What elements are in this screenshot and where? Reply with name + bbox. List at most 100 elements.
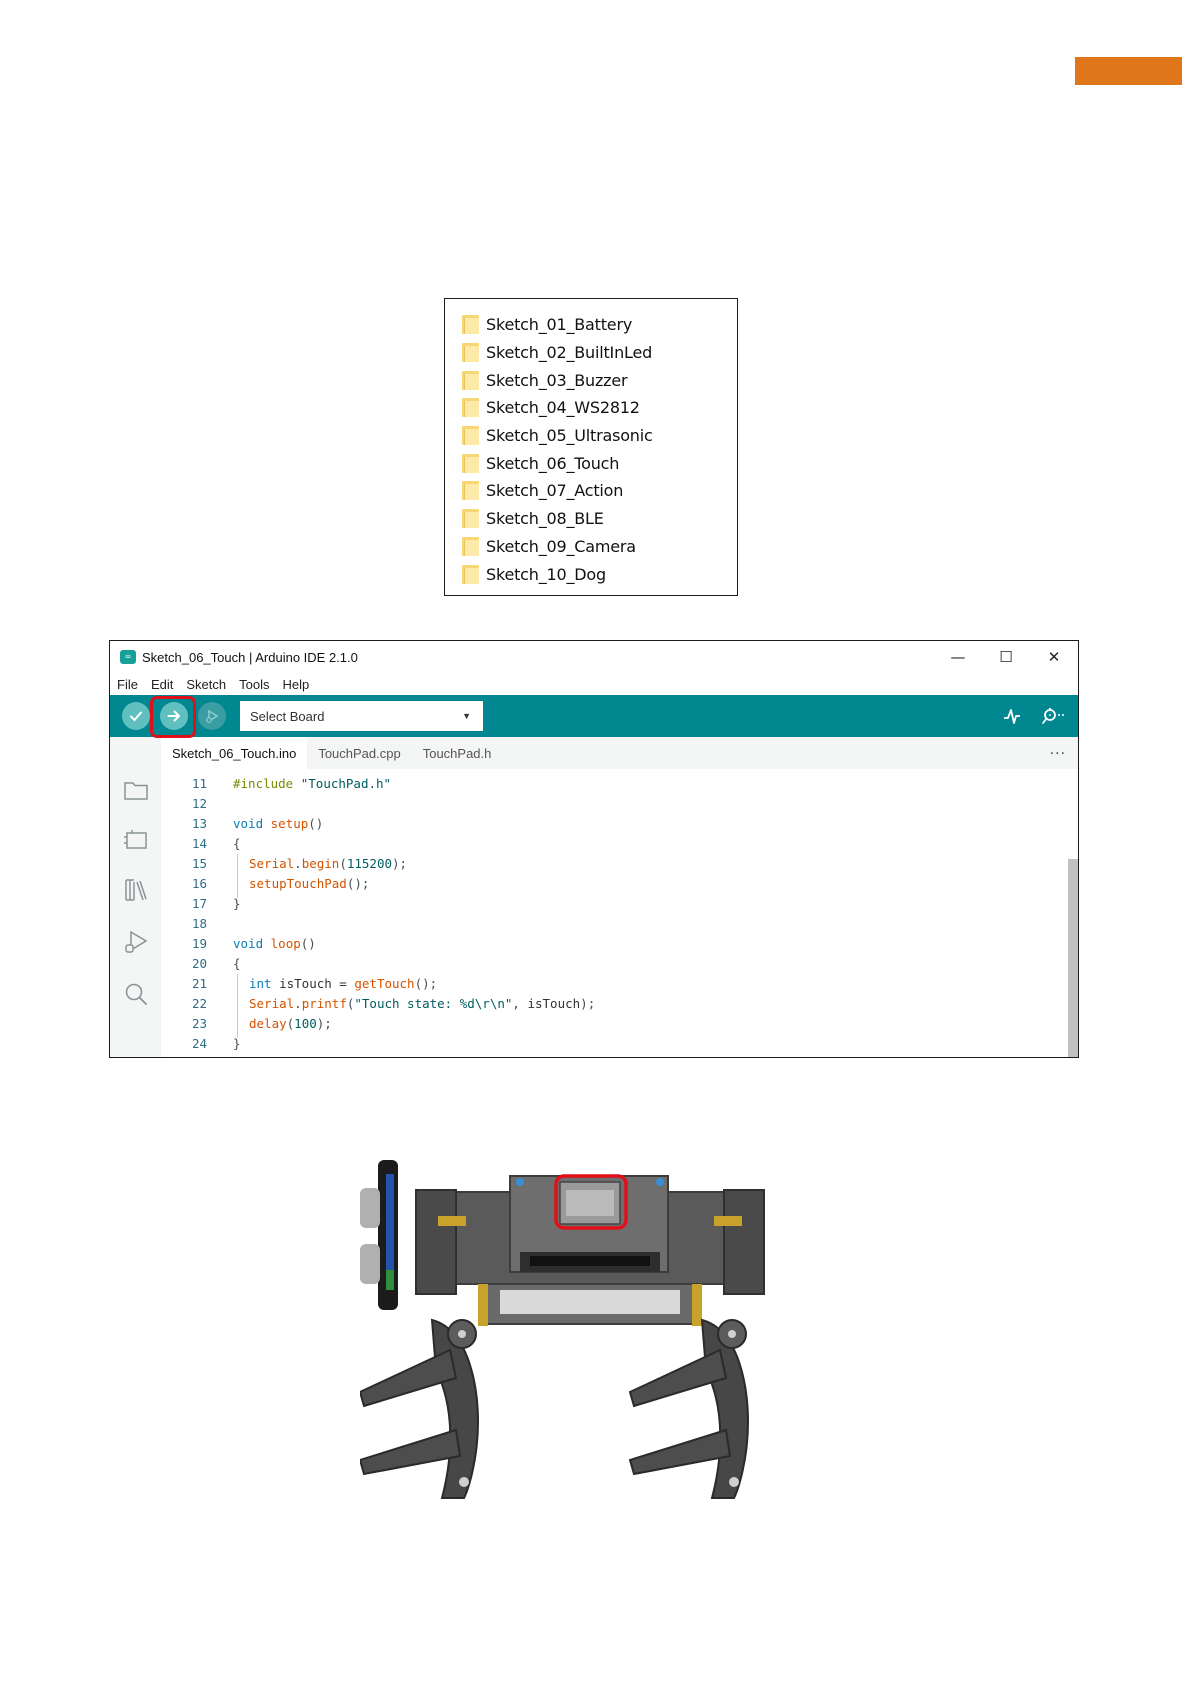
debug-play-icon — [206, 709, 219, 723]
code-token: ); — [392, 855, 408, 871]
arduino-ide-window: ∞ Sketch_06_Touch | Arduino IDE 2.1.0 — … — [109, 640, 1079, 1058]
code-line: 14 { — [161, 833, 1068, 853]
code-text: { — [207, 956, 241, 971]
toolbar: Select Board ▼ — [110, 695, 1078, 738]
line-number: 17 — [191, 895, 207, 911]
serial-plotter-icon[interactable] — [1002, 706, 1022, 726]
code-line: 24} — [161, 1033, 1068, 1053]
folder-label: Sketch_08_BLE — [486, 509, 604, 529]
folder-item[interactable]: Sketch_09_Camera — [445, 533, 737, 561]
code-line: 18 — [161, 913, 1068, 933]
code-token: . — [294, 855, 302, 871]
debug-icon[interactable] — [123, 929, 149, 955]
code-text: delay(100); — [207, 1013, 332, 1038]
folder-item[interactable]: Sketch_05_Ultrasonic — [445, 422, 737, 450]
code-line: 19 void loop() — [161, 933, 1068, 953]
code-token: () — [308, 815, 324, 831]
folder-icon — [462, 536, 479, 556]
folder-label: Sketch_09_Camera — [486, 536, 636, 556]
line-number: 24 — [191, 1035, 207, 1051]
folder-icon — [462, 426, 479, 446]
code-token: "TouchPad.h" — [300, 775, 392, 791]
debug-button[interactable] — [198, 702, 226, 730]
search-icon[interactable] — [123, 981, 149, 1007]
line-number: 12 — [191, 795, 207, 811]
board-selector[interactable]: Select Board ▼ — [240, 701, 483, 731]
folder-item[interactable]: Sketch_08_BLE — [445, 505, 737, 533]
folder-icon — [462, 509, 479, 529]
folder-item[interactable]: Sketch_07_Action — [445, 477, 737, 505]
folder-item[interactable]: Sketch_01_Battery — [445, 311, 737, 339]
code-token: () — [300, 935, 316, 951]
code-token: printf — [301, 995, 347, 1011]
line-number: 23 — [191, 1015, 207, 1031]
folder-item[interactable]: Sketch_03_Buzzer — [445, 366, 737, 394]
sidebar — [110, 769, 161, 1057]
line-number: 15 — [191, 855, 207, 871]
code-token: Serial — [249, 855, 295, 871]
line-number: 11 — [191, 775, 207, 791]
line-number: 13 — [191, 815, 207, 831]
library-manager-icon[interactable] — [123, 877, 149, 903]
code-token: { — [233, 955, 241, 971]
folder-icon[interactable] — [123, 777, 149, 803]
line-number: 20 — [191, 955, 207, 971]
code-line: 20 { — [161, 953, 1068, 973]
chevron-down-icon: ▼ — [462, 711, 471, 721]
tab-touchpad-cpp[interactable]: TouchPad.cpp — [307, 737, 411, 770]
folder-icon — [462, 453, 479, 473]
code-token: void — [233, 815, 264, 831]
board-manager-icon[interactable] — [123, 827, 149, 853]
code-line: 11 #include "TouchPad.h" — [161, 773, 1068, 793]
more-tabs-icon[interactable]: ··· — [1050, 746, 1066, 762]
code-editor[interactable]: 11 #include "TouchPad.h" 12 13 void setup() 1… — [161, 769, 1068, 1057]
minimize-button[interactable]: — — [934, 641, 982, 673]
tab-touchpad-h[interactable]: TouchPad.h — [412, 737, 503, 770]
code-line: 17} — [161, 893, 1068, 913]
scrollbar-thumb[interactable] — [1068, 859, 1078, 1057]
folder-item[interactable]: Sketch_04_WS2812 — [445, 394, 737, 422]
menu-sketch[interactable]: Sketch — [186, 677, 226, 692]
folder-label: Sketch_05_Ultrasonic — [486, 426, 653, 446]
code-text: #include "TouchPad.h" — [207, 776, 391, 791]
folder-icon — [462, 398, 479, 418]
folder-label: Sketch_04_WS2812 — [486, 398, 640, 418]
code-token: #include — [233, 775, 294, 791]
code-token: ); — [580, 995, 596, 1011]
code-token: { — [233, 835, 241, 851]
title-bar: ∞ Sketch_06_Touch | Arduino IDE 2.1.0 — … — [110, 641, 1078, 673]
code-token: isTouch — [527, 995, 581, 1011]
folder-label: Sketch_02_BuiltInLed — [486, 343, 653, 363]
code-token: Serial — [249, 995, 295, 1011]
code-token: loop — [270, 935, 301, 951]
menu-edit[interactable]: Edit — [151, 677, 173, 692]
tab-sketch-ino[interactable]: Sketch_06_Touch.ino — [161, 737, 308, 770]
code-token: void — [233, 935, 264, 951]
menu-file[interactable]: File — [117, 677, 138, 692]
code-token: 115200 — [346, 855, 393, 871]
code-token: isTouch = — [271, 975, 355, 991]
editor-scrollbar[interactable] — [1068, 769, 1078, 1057]
folder-item[interactable]: Sketch_02_BuiltInLed — [445, 339, 737, 367]
menu-tools[interactable]: Tools — [239, 677, 269, 692]
serial-monitor-icon[interactable] — [1040, 706, 1066, 726]
menu-help[interactable]: Help — [282, 677, 309, 692]
folder-icon — [462, 343, 479, 363]
line-number: 22 — [191, 995, 207, 1011]
robot-dog-illustration — [360, 1160, 765, 1499]
maximize-button[interactable]: ☐ — [982, 641, 1030, 673]
code-token: getTouch — [354, 975, 415, 991]
code-token: ); — [316, 1015, 332, 1031]
sketch-folder-list: Sketch_01_Battery Sketch_02_BuiltInLed Ske… — [444, 298, 738, 596]
folder-item[interactable]: Sketch_10_Dog — [445, 560, 737, 588]
folder-label: Sketch_07_Action — [486, 481, 624, 501]
arduino-logo-icon: ∞ — [120, 650, 136, 664]
code-token: "Touch state: %d\r\n" — [354, 995, 513, 1011]
folder-item[interactable]: Sketch_06_Touch — [445, 449, 737, 477]
upload-highlight-box — [150, 696, 196, 738]
close-button[interactable]: ✕ — [1030, 641, 1078, 673]
code-token: delay — [249, 1015, 287, 1031]
verify-button[interactable] — [122, 702, 150, 730]
folder-icon — [462, 370, 479, 390]
page-corner-marker — [1075, 57, 1182, 85]
